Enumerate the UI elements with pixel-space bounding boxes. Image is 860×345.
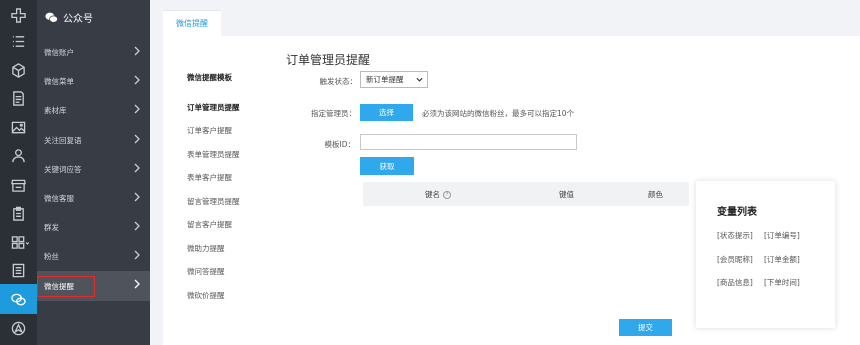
variable-item[interactable]: [订单编号] xyxy=(764,230,800,241)
chevron-right-icon xyxy=(133,221,143,233)
sidebar-item-label: 微信账户 xyxy=(44,48,74,57)
variable-list-card: 变量列表 [状态提示] [订单编号] [会员昵称] [订单金额] [商品信息] … xyxy=(696,181,835,328)
template-item-message-admin[interactable]: 留言管理员提醒 xyxy=(187,196,240,207)
admin-label: 指定管理员： xyxy=(311,109,356,118)
sidebar-item-label: 素材库 xyxy=(44,106,67,115)
chevron-right-icon xyxy=(133,134,143,146)
report-icon[interactable] xyxy=(0,255,37,285)
template-id-input[interactable] xyxy=(360,134,577,150)
chevron-right-icon xyxy=(133,104,143,116)
variable-item[interactable]: [订单金额] xyxy=(764,254,800,265)
chevron-right-icon xyxy=(133,250,143,262)
user-icon[interactable] xyxy=(0,140,37,170)
sidebar-item-wechat-account[interactable]: 微信账户 xyxy=(37,38,150,67)
sidebar-item-mass-send[interactable]: 群发 xyxy=(37,213,150,242)
sidebar-item-material-library[interactable]: 素材库 xyxy=(37,96,150,125)
store-icon[interactable] xyxy=(0,170,37,200)
template-item-message-customer[interactable]: 留言客户提醒 xyxy=(187,219,232,230)
chevron-right-icon xyxy=(133,279,143,291)
clipboard-icon[interactable] xyxy=(0,198,37,228)
sidebar-item-follow-reply[interactable]: 关注回复语 xyxy=(37,126,150,155)
chevron-down-icon xyxy=(416,77,423,82)
sidebar-header: 公众号 xyxy=(37,0,150,34)
sidebar-item-label: 微信菜单 xyxy=(44,77,74,86)
chevron-right-icon xyxy=(133,75,143,87)
trigger-label: 触发状态： xyxy=(319,77,358,86)
sidebar-item-wechat-reminder[interactable]: 微信提醒 xyxy=(37,271,150,301)
chevron-right-icon xyxy=(133,46,143,58)
sidebar-item-label: 关注回复语 xyxy=(44,136,82,145)
content-panel: 微信提醒模板 订单管理员提醒 订单客户提醒 表单管理员提醒 表单客户提醒 留言管… xyxy=(163,36,860,345)
template-item-form-admin[interactable]: 表单管理员提醒 xyxy=(187,149,240,160)
trigger-select[interactable]: 新订单提醒 xyxy=(360,71,428,88)
sidebar-item-keyword-reply[interactable]: 关键词应答 xyxy=(37,155,150,184)
variable-list-title: 变量列表 xyxy=(717,207,757,218)
sidebar-item-wechat-menu[interactable]: 微信菜单 xyxy=(37,67,150,96)
list-icon[interactable] xyxy=(0,26,37,56)
column-key-name-label: 键名 xyxy=(425,190,440,199)
template-item-bargain[interactable]: 微砍价提醒 xyxy=(187,290,225,301)
variable-item[interactable]: [商品信息] xyxy=(717,277,753,288)
template-id-label: 模板ID： xyxy=(324,140,356,149)
template-item-form-customer[interactable]: 表单客户提醒 xyxy=(187,172,232,183)
column-key-name: 键名? xyxy=(425,189,451,200)
sidebar-menu: 公众号 微信账户 微信菜单 素材库 关注回复语 关键词应答 微信客服 群发 粉丝… xyxy=(37,0,150,345)
choose-admin-button[interactable]: 选择 xyxy=(360,104,413,121)
app-name: 公众号 xyxy=(63,13,93,25)
template-item-order-admin[interactable]: 订单管理员提醒 xyxy=(187,102,240,113)
admin-hint: 必须为该网站的微信粉丝，最多可以指定10个 xyxy=(422,109,575,118)
key-table-header: 键名? 键值 颜色 xyxy=(363,182,689,206)
chevron-right-icon xyxy=(133,163,143,175)
column-key-value: 键值 xyxy=(559,190,574,199)
wechat-icon xyxy=(45,12,58,23)
chat-icon[interactable] xyxy=(0,284,37,314)
fetch-button[interactable]: 获取 xyxy=(360,157,414,175)
trigger-select-value: 新订单提醒 xyxy=(366,75,404,84)
document-icon[interactable] xyxy=(0,83,37,113)
help-icon[interactable]: ? xyxy=(443,191,451,199)
sidebar-item-label: 群发 xyxy=(44,223,59,232)
cube-icon[interactable] xyxy=(0,55,37,85)
variable-item[interactable]: [状态提示] xyxy=(717,230,753,241)
grid-icon[interactable] xyxy=(0,227,37,257)
template-item-qa[interactable]: 微问答提醒 xyxy=(187,266,225,277)
sidebar-item-label: 关键词应答 xyxy=(44,165,82,174)
template-item-order-customer[interactable]: 订单客户提醒 xyxy=(187,125,232,136)
page-title: 订单管理员提醒 xyxy=(286,53,371,67)
icon-rail xyxy=(0,0,37,345)
template-item-boost[interactable]: 微助力提醒 xyxy=(187,243,225,254)
tab-wechat-reminder[interactable]: 微信提醒 xyxy=(163,10,221,36)
image-icon[interactable] xyxy=(0,112,37,142)
paper-plane-icon[interactable] xyxy=(0,313,37,343)
sidebar-item-fans[interactable]: 粉丝 xyxy=(37,242,150,271)
sidebar-item-label: 粉丝 xyxy=(44,252,59,261)
variable-item[interactable]: [下单时间] xyxy=(764,277,800,288)
selection-highlight xyxy=(37,276,95,297)
variable-item[interactable]: [会员昵称] xyxy=(717,254,753,265)
column-color: 颜色 xyxy=(648,190,663,199)
template-list-title: 微信提醒模板 xyxy=(187,73,232,82)
sidebar-item-customer-service[interactable]: 微信客服 xyxy=(37,184,150,213)
submit-button[interactable]: 提交 xyxy=(619,319,672,336)
sidebar-item-label: 微信客服 xyxy=(44,194,74,203)
chevron-right-icon xyxy=(133,192,143,204)
